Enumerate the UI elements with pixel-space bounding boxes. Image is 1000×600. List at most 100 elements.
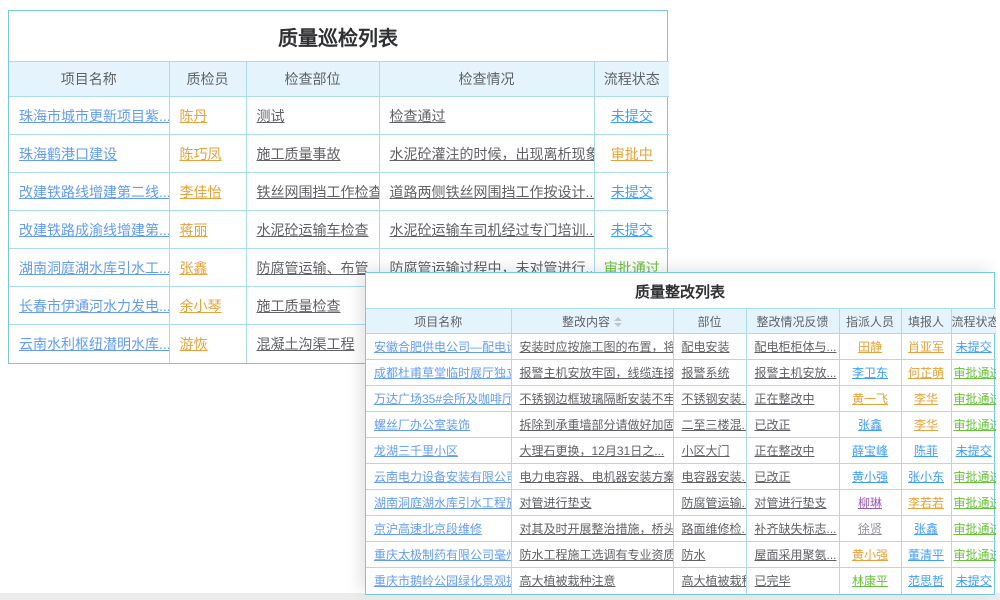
project-name-link[interactable]: 螺丝厂办公室装饰 [374, 418, 470, 432]
project-name-link[interactable]: 改建铁路线增建第二线... [19, 184, 169, 200]
rectification-row: 重庆市鹅岭公园绿化景观提升...高大植被栽种注意高大植被栽种已完毕林康平范思哲未… [366, 568, 996, 594]
rectify-part: 二至三楼混... [682, 418, 747, 432]
rectify-content-cell: 不锈钢边框玻璃隔断安装不牢... [511, 386, 673, 412]
rectify-feedback: 已改正 [755, 470, 791, 484]
rectification-col-content[interactable]: 整改内容 [511, 309, 673, 334]
rectify-content: 电力电容器、电机器安装方案,... [520, 470, 674, 484]
project-name-link[interactable]: 成都杜甫草堂临时展厅独立展... [374, 366, 511, 380]
project-name-link[interactable]: 长春市伊通河水力发电... [19, 298, 169, 314]
inspection-col-inspector: 质检员 [169, 62, 246, 97]
project-name-link[interactable]: 湖南洞庭湖水库引水工程施工I标 [374, 496, 511, 510]
inspector-name-cell: 游恢 [169, 325, 246, 363]
rectify-feedback-cell: 补齐缺失标志... [746, 516, 839, 542]
inspection-header-row: 项目名称 质检员 检查部位 检查情况 流程状态 [9, 62, 669, 97]
rectification-row: 京沪高速北京段维修对其及时开展整治措施，桥头...路面维修检...补齐缺失标志.… [366, 516, 996, 542]
inspection-situation: 道路两侧铁丝网围挡工作按设计... [390, 184, 595, 200]
reporter-name: 李若若 [908, 496, 944, 510]
rectification-col-part: 部位 [673, 309, 746, 334]
assignee-name: 薛宝峰 [852, 444, 888, 458]
rectify-content-cell: 高大植被栽种注意 [511, 568, 673, 594]
reporter-name: 陈菲 [914, 444, 938, 458]
inspector-name-cell: 余小琴 [169, 287, 246, 325]
rectify-feedback-cell: 正在整改中 [746, 386, 839, 412]
project-name-link-cell: 改建铁路线增建第二线... [9, 173, 169, 211]
rectify-part-cell: 防腐管运输... [673, 490, 746, 516]
project-name-link[interactable]: 云南水利枢纽潜明水库... [19, 336, 169, 352]
inspection-status-badge-cell: 未提交 [594, 97, 669, 135]
rectify-feedback-cell: 正在整改中 [746, 438, 839, 464]
project-name-link-cell: 京沪高速北京段维修 [366, 516, 511, 542]
rectify-feedback-cell: 配电柜柜体与... [746, 334, 839, 360]
project-name-link[interactable]: 改建铁路成渝线增建第... [19, 222, 169, 238]
rectify-part: 配电安装 [682, 340, 730, 354]
inspection-row: 珠海鹤港口建设陈巧凤施工质量事故水泥砼灌注的时候，出现离析现象审批中 [9, 135, 669, 173]
assignee-name: 黄小强 [852, 470, 888, 484]
inspection-situation-cell: 道路两侧铁丝网围挡工作按设计... [379, 173, 594, 211]
project-name-link[interactable]: 珠海市城市更新项目紫... [19, 108, 169, 124]
rectify-content: 对其及时开展整治措施，桥头... [520, 522, 674, 536]
rectify-part-cell: 二至三楼混... [673, 412, 746, 438]
rectify-content: 拆除到承重墙部分请做好加固... [520, 418, 674, 432]
rectify-content-cell: 报警主机安放牢固，线缆连接... [511, 360, 673, 386]
reporter-name: 李华 [914, 392, 938, 406]
assignee-name: 徐贤 [858, 522, 882, 536]
reporter-name-cell: 张鑫 [901, 516, 951, 542]
project-name-link[interactable]: 龙湖三千里小区 [374, 444, 458, 458]
inspector-name: 陈丹 [180, 108, 208, 124]
reporter-name: 张小东 [908, 470, 944, 484]
inspector-name-cell: 蒋丽 [169, 211, 246, 249]
inspection-status-badge: 未提交 [611, 108, 653, 124]
inspection-situation: 水泥砼灌注的时候，出现离析现象 [390, 146, 595, 162]
project-name-link[interactable]: 重庆太极制药有限公司毫州中... [374, 548, 511, 562]
rectification-row: 重庆太极制药有限公司毫州中...防水工程施工选调有专业资质...防水屋面采用聚氨… [366, 542, 996, 568]
project-name-link-cell: 湖南洞庭湖水库引水工程施工I标 [366, 490, 511, 516]
rectify-content-cell: 拆除到承重墙部分请做好加固... [511, 412, 673, 438]
reporter-name: 何芷萌 [908, 366, 944, 380]
rectify-status-badge: 审批通过 [954, 548, 997, 562]
rectify-part: 防水 [682, 548, 706, 562]
project-name-link[interactable]: 珠海鹤港口建设 [19, 146, 117, 162]
rectify-content-cell: 大理石更换，12月31日之... [511, 438, 673, 464]
rectify-status-badge-cell: 未提交 [951, 438, 996, 464]
rectify-part-cell: 电容器安装... [673, 464, 746, 490]
inspection-status-badge-cell: 未提交 [594, 173, 669, 211]
reporter-name-cell: 肖亚军 [901, 334, 951, 360]
project-name-link[interactable]: 重庆市鹅岭公园绿化景观提升... [374, 574, 511, 588]
rectify-feedback: 屋面采用聚氨... [755, 548, 837, 562]
project-name-link[interactable]: 万达广场35#会所及咖啡厅空... [374, 392, 511, 406]
rectify-content-cell: 对其及时开展整治措施，桥头... [511, 516, 673, 542]
rectification-row: 安徽合肥供电公司—配电设备...安装时应按施工图的布置，将...配电安装配电柜柜… [366, 334, 996, 360]
inspection-col-situation: 检查情况 [379, 62, 594, 97]
inspection-location: 施工质量事故 [257, 146, 341, 162]
inspection-status-badge: 未提交 [611, 222, 653, 238]
inspector-name-cell: 张鑫 [169, 249, 246, 287]
rectify-feedback-cell: 已改正 [746, 412, 839, 438]
assignee-name-cell: 黄一飞 [839, 386, 901, 412]
rectify-feedback: 报警主机安放... [755, 366, 837, 380]
rectify-status-badge: 未提交 [956, 340, 992, 354]
sort-icon[interactable] [614, 315, 622, 329]
quality-rectification-panel: 质量整改列表 项目名称 整改内容 部位 整改情况反馈 指派人员 填报人 流程状态… [365, 272, 995, 595]
assignee-name-cell: 田静 [839, 334, 901, 360]
reporter-name: 李华 [914, 418, 938, 432]
project-name-link[interactable]: 湖南洞庭湖水库引水工... [19, 260, 169, 276]
inspection-location-cell: 测试 [246, 97, 379, 135]
rectification-col-content-label: 整改内容 [562, 315, 610, 329]
project-name-link[interactable]: 云南电力设备安装有限公司20... [374, 470, 511, 484]
inspection-row: 珠海市城市更新项目紫...陈丹测试检查通过未提交 [9, 97, 669, 135]
rectify-status-badge-cell: 未提交 [951, 568, 996, 594]
project-name-link[interactable]: 京沪高速北京段维修 [374, 522, 482, 536]
rectify-feedback: 配电柜柜体与... [755, 340, 837, 354]
rectify-content: 大理石更换，12月31日之... [520, 444, 665, 458]
rectify-part-cell: 防水 [673, 542, 746, 568]
project-name-link-cell: 云南电力设备安装有限公司20... [366, 464, 511, 490]
inspection-location-cell: 混凝土沟渠工程 [246, 325, 379, 363]
assignee-name: 田静 [858, 340, 882, 354]
project-name-link[interactable]: 安徽合肥供电公司—配电设备... [374, 340, 511, 354]
rectification-col-assignee: 指派人员 [839, 309, 901, 334]
inspection-location: 测试 [257, 108, 285, 124]
rectification-col-status: 流程状态 [951, 309, 996, 334]
reporter-name-cell: 李华 [901, 386, 951, 412]
inspection-location-cell: 防腐管运输、布管 [246, 249, 379, 287]
reporter-name: 张鑫 [914, 522, 938, 536]
